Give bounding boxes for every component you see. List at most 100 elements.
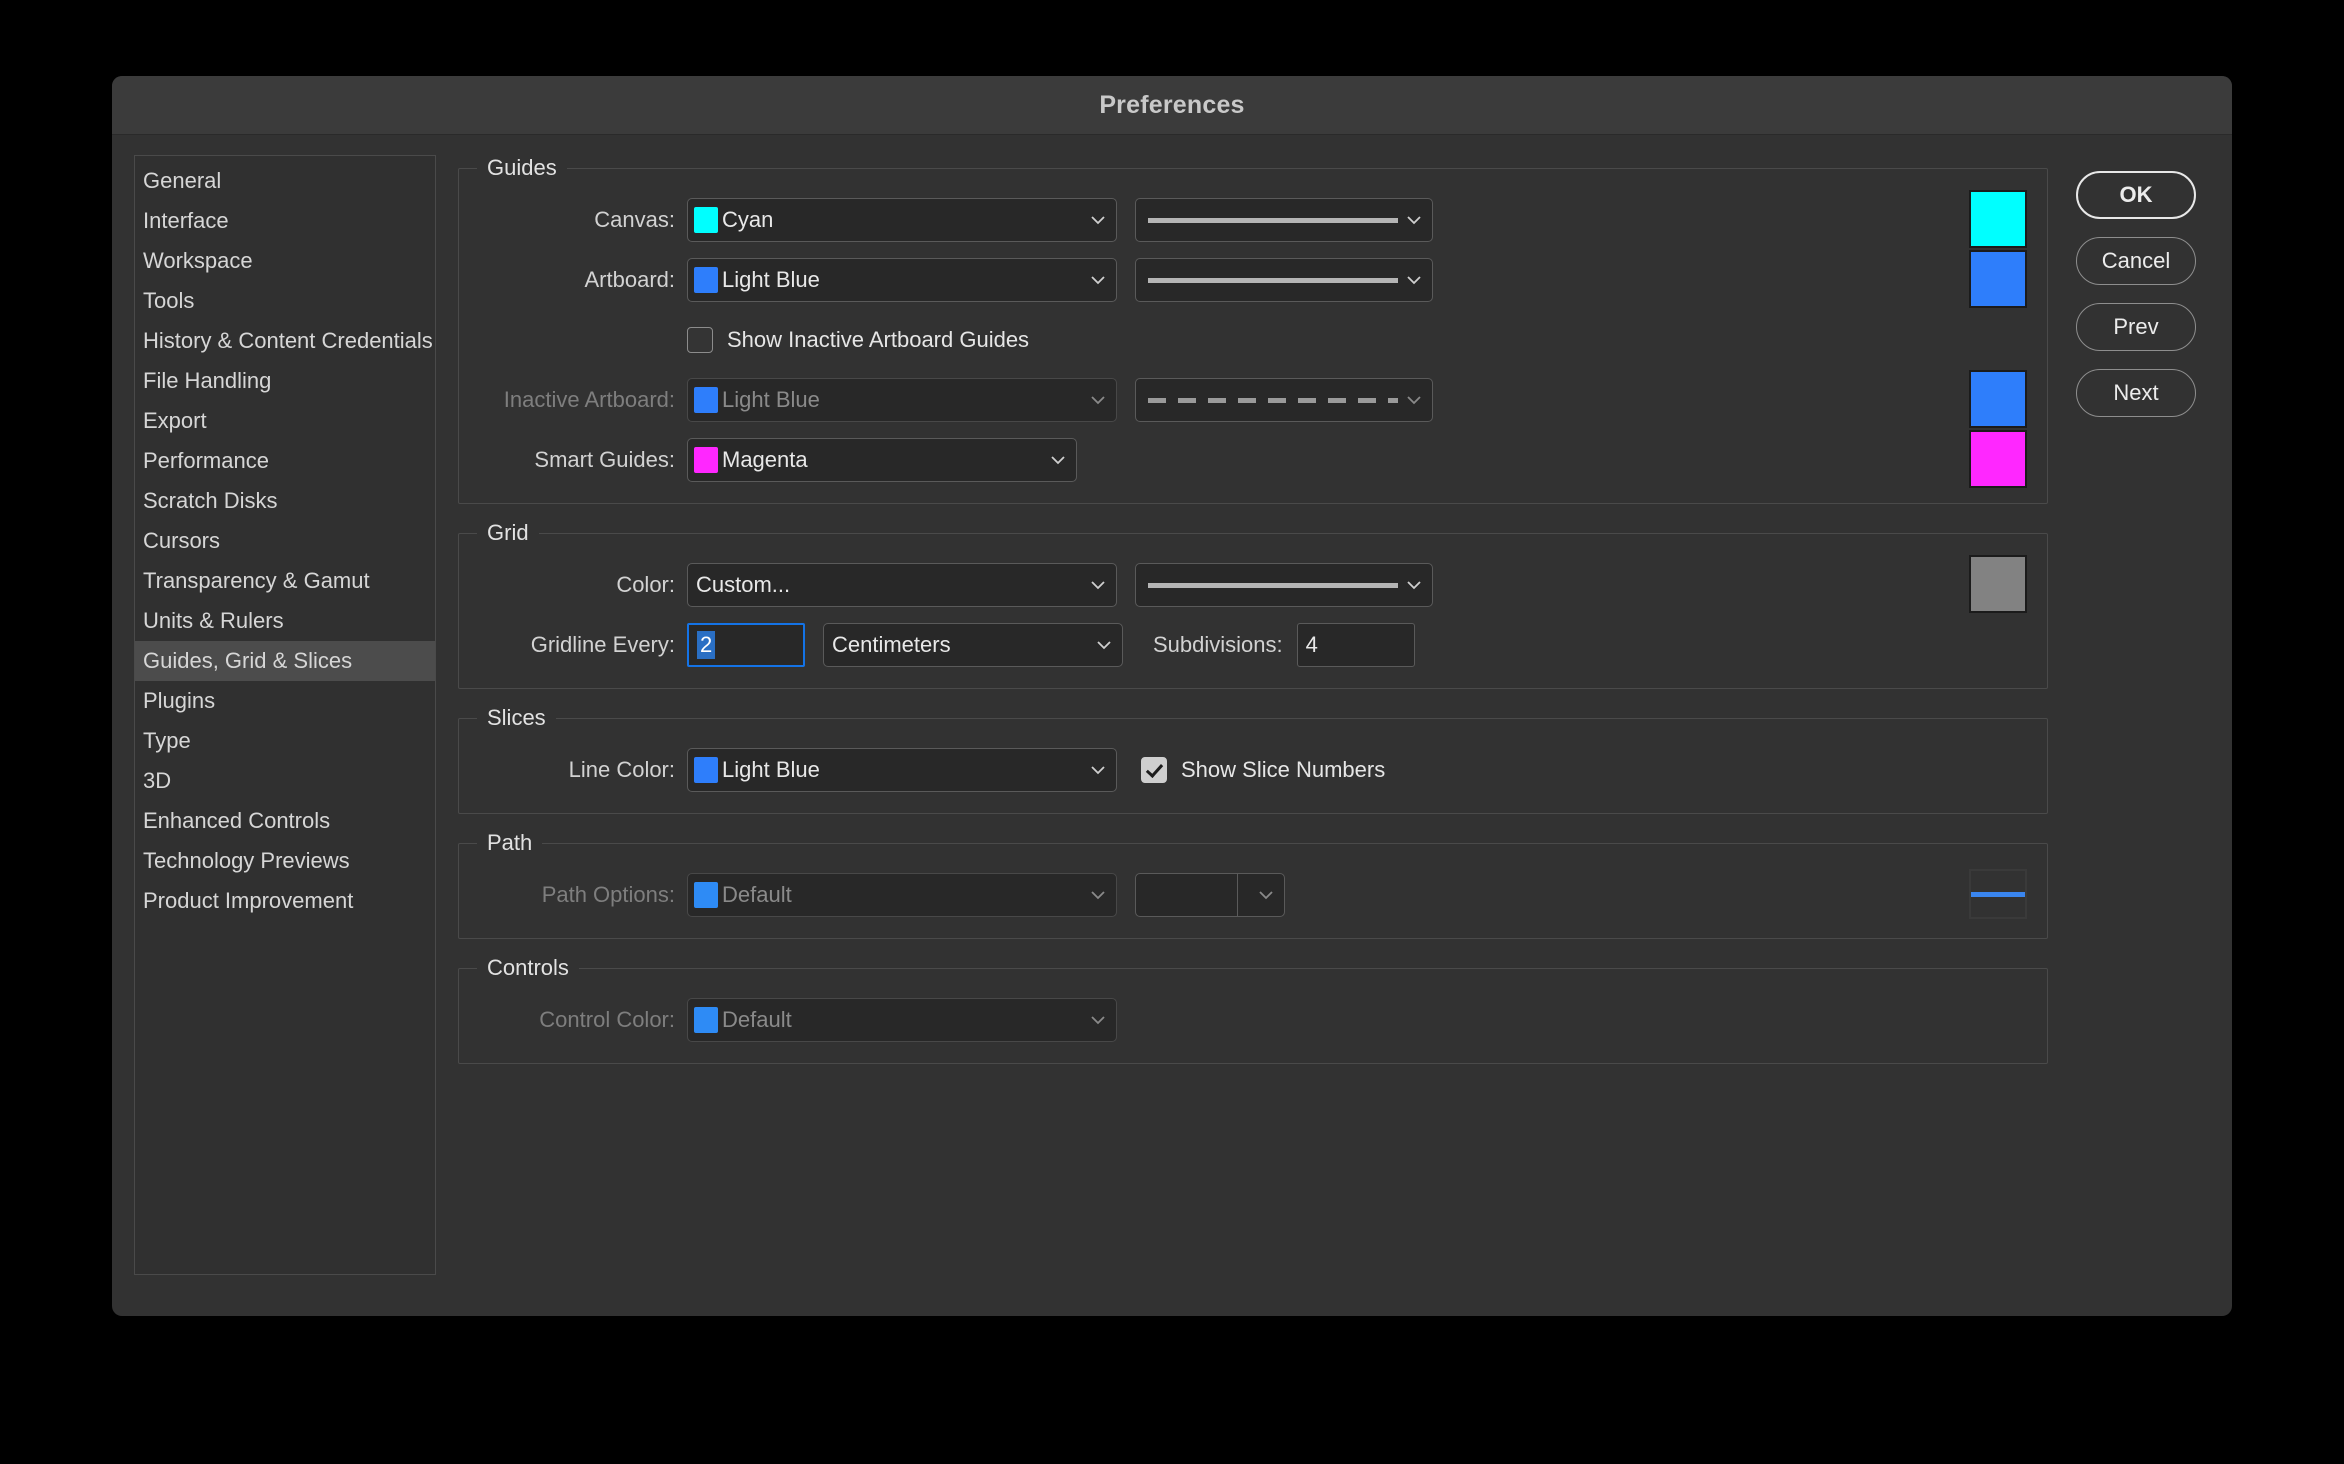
grid-color-select[interactable]: Custom... [687, 563, 1117, 607]
canvas-color-swatch[interactable] [1969, 190, 2027, 248]
cancel-button[interactable]: Cancel [2076, 237, 2196, 285]
sidebar-item-product-improvement[interactable]: Product Improvement [135, 881, 435, 921]
preferences-category-list[interactable]: General Interface Workspace Tools Histor… [134, 155, 436, 1275]
smart-guides-color-value: Magenta [722, 447, 808, 472]
checkbox-box-icon [687, 327, 713, 353]
slices-line-color-select[interactable]: Light Blue [687, 748, 1117, 792]
sidebar-item-performance[interactable]: Performance [135, 441, 435, 481]
path-line-preview [1969, 869, 2027, 919]
inactive-artboard-color-swatch-mini [694, 387, 718, 413]
grid-color-value: Custom... [696, 572, 791, 597]
sidebar-item-cursors[interactable]: Cursors [135, 521, 435, 561]
canvas-color-select[interactable]: Cyan [687, 198, 1117, 242]
chevron-down-icon [1258, 887, 1274, 903]
inactive-artboard-guide-row: Inactive Artboard: Light Blue [477, 370, 2029, 428]
grid-line-style-select[interactable] [1135, 563, 1433, 607]
show-inactive-artboard-guides-row: Show Inactive Artboard Guides [477, 315, 2029, 365]
path-options-select: Default [687, 873, 1117, 917]
smart-guides-row: Smart Guides: Magenta [477, 430, 2029, 488]
chevron-down-icon [1096, 637, 1112, 653]
sidebar-item-plugins[interactable]: Plugins [135, 681, 435, 721]
slices-section: Slices Line Color: Light Blue Show Slice… [458, 705, 2048, 814]
sidebar-item-file-handling[interactable]: File Handling [135, 361, 435, 401]
chevron-down-icon [1050, 452, 1066, 468]
prev-button[interactable]: Prev [2076, 303, 2196, 351]
artboard-color-select[interactable]: Light Blue [687, 258, 1117, 302]
smart-guides-color-swatch[interactable] [1969, 430, 2027, 488]
dialog-body: General Interface Workspace Tools Histor… [112, 135, 2232, 1316]
preferences-main-panel: Guides Canvas: Cyan Artboard: Light Blue… [436, 155, 2062, 1316]
canvas-line-style-select[interactable] [1135, 198, 1433, 242]
sidebar-item-scratch-disks[interactable]: Scratch Disks [135, 481, 435, 521]
smart-guides-color-select[interactable]: Magenta [687, 438, 1077, 482]
smart-guides-color-swatch-mini [694, 447, 718, 473]
inactive-artboard-label: Inactive Artboard: [503, 387, 675, 412]
subdivisions-value: 4 [1305, 632, 1318, 657]
inactive-artboard-color-value: Light Blue [722, 387, 820, 412]
guides-section: Guides Canvas: Cyan Artboard: Light Blue… [458, 155, 2048, 504]
slices-line-color-swatch-mini [694, 757, 718, 783]
gridline-unit-select[interactable]: Centimeters [823, 623, 1123, 667]
sidebar-item-tools[interactable]: Tools [135, 281, 435, 321]
dashed-line-icon [1148, 397, 1398, 403]
chevron-down-icon [1406, 212, 1422, 228]
gridline-every-label: Gridline Every: [530, 632, 675, 657]
sidebar-item-units-rulers[interactable]: Units & Rulers [135, 601, 435, 641]
sidebar-item-workspace[interactable]: Workspace [135, 241, 435, 281]
artboard-line-style-select[interactable] [1135, 258, 1433, 302]
sidebar-item-export[interactable]: Export [135, 401, 435, 441]
dialog-button-column: OK Cancel Prev Next [2062, 155, 2210, 1316]
canvas-color-swatch-mini [694, 207, 718, 233]
grid-color-label: Color: [616, 572, 675, 597]
sidebar-item-history-content-credentials[interactable]: History & Content Credentials [135, 321, 435, 361]
slices-line-color-value: Light Blue [722, 757, 820, 782]
sidebar-item-enhanced-controls[interactable]: Enhanced Controls [135, 801, 435, 841]
chevron-down-icon [1090, 392, 1106, 408]
sidebar-item-general[interactable]: General [135, 161, 435, 201]
artboard-color-swatch-mini [694, 267, 718, 293]
path-options-row: Path Options: Default [477, 869, 2029, 920]
sidebar-item-3d[interactable]: 3D [135, 761, 435, 801]
sidebar-item-technology-previews[interactable]: Technology Previews [135, 841, 435, 881]
sidebar-item-interface[interactable]: Interface [135, 201, 435, 241]
grid-color-swatch[interactable] [1969, 555, 2027, 613]
inactive-artboard-color-swatch[interactable] [1969, 370, 2027, 428]
chevron-down-icon [1406, 577, 1422, 593]
sidebar-item-transparency-gamut[interactable]: Transparency & Gamut [135, 561, 435, 601]
chevron-down-icon [1406, 392, 1422, 408]
control-color-value: Default [722, 1007, 792, 1032]
show-slice-numbers-label: Show Slice Numbers [1181, 757, 1386, 782]
subdivisions-label: Subdivisions: [1153, 632, 1283, 657]
path-options-label: Path Options: [541, 882, 675, 907]
dialog-title: Preferences [1099, 90, 1245, 119]
preferences-dialog: Preferences General Interface Workspace … [112, 76, 2232, 1316]
grid-section: Grid Color: Custom... Gridline Every: 2 … [458, 520, 2048, 689]
show-inactive-artboard-guides-checkbox[interactable]: Show Inactive Artboard Guides [687, 327, 1029, 353]
artboard-color-value: Light Blue [722, 267, 820, 292]
gridline-every-input[interactable]: 2 [687, 623, 805, 667]
chevron-down-icon [1090, 212, 1106, 228]
inactive-artboard-color-select: Light Blue [687, 378, 1117, 422]
path-options-color-swatch-mini [694, 882, 718, 908]
path-section: Path Path Options: Default [458, 830, 2048, 939]
grid-section-legend: Grid [487, 520, 529, 545]
chevron-down-icon [1090, 1012, 1106, 1028]
canvas-color-value: Cyan [722, 207, 774, 232]
artboard-guide-row: Artboard: Light Blue [477, 250, 2029, 308]
sidebar-item-guides-grid-slices[interactable]: Guides, Grid & Slices [135, 641, 435, 681]
control-color-label: Control Color: [539, 1007, 675, 1032]
chevron-down-icon [1090, 577, 1106, 593]
show-slice-numbers-checkbox[interactable]: Show Slice Numbers [1141, 757, 1385, 783]
controls-section-legend: Controls [487, 955, 569, 980]
subdivisions-input[interactable]: 4 [1296, 623, 1415, 667]
control-color-swatch-mini [694, 1007, 718, 1033]
sidebar-item-type[interactable]: Type [135, 721, 435, 761]
checkbox-check-icon [1141, 757, 1167, 783]
gridline-every-row: Gridline Every: 2 Centimeters Subdivisio… [477, 620, 2029, 670]
ok-button[interactable]: OK [2076, 171, 2196, 219]
artboard-color-swatch[interactable] [1969, 250, 2027, 308]
next-button[interactable]: Next [2076, 369, 2196, 417]
slices-line-color-row: Line Color: Light Blue Show Slice Number… [477, 745, 2029, 795]
slices-line-color-label: Line Color: [568, 757, 675, 782]
divider [1237, 874, 1238, 916]
